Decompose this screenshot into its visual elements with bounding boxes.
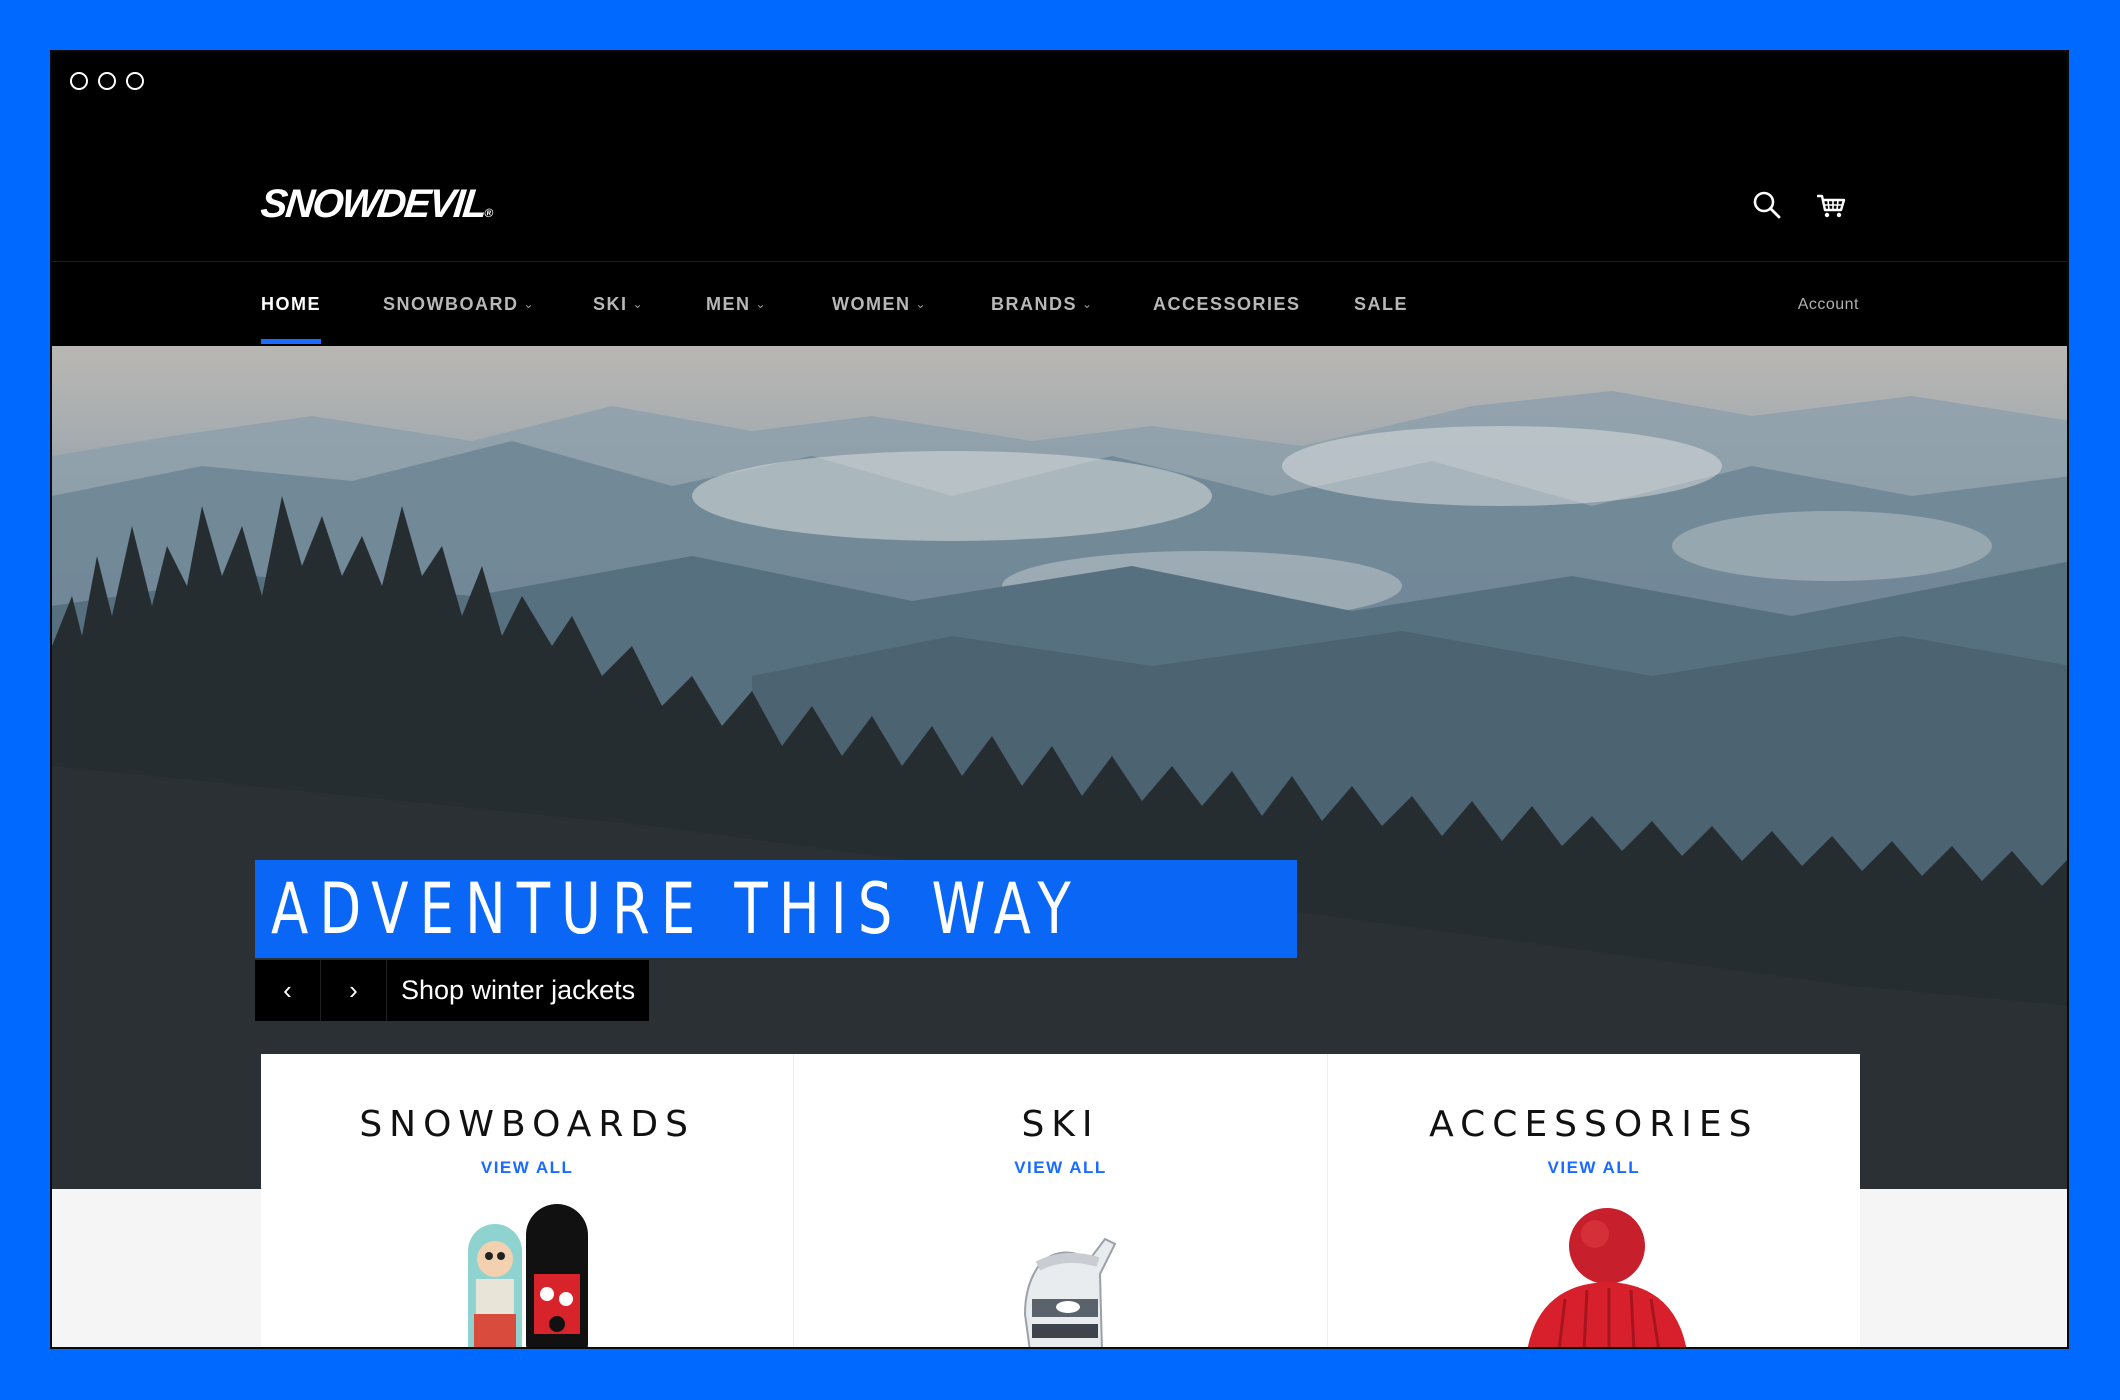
chevron-right-icon: › <box>349 975 358 1005</box>
window-maximize-dot[interactable] <box>126 72 144 90</box>
main-navigation: HOME SNOWBOARD ⌄ SKI ⌄ MEN ⌄ WOMEN ⌄ BRANDS ⌄… <box>52 262 2067 346</box>
nav-item-men[interactable]: MEN ⌄ <box>706 294 767 346</box>
nav-label: WOMEN <box>832 294 911 314</box>
collection-card-ski[interactable]: SKI VIEW ALL <box>794 1054 1328 1347</box>
collection-card-snowboards[interactable]: SNOWBOARDS VIEW ALL <box>261 1054 795 1347</box>
site-logo[interactable]: SNOWDEVIL® <box>259 182 497 227</box>
beanie-image <box>1527 1208 1686 1347</box>
nav-label: BRANDS <box>991 294 1078 314</box>
chevron-down-icon: ⌄ <box>632 297 645 311</box>
nav-item-brands[interactable]: BRANDS ⌄ <box>991 294 1094 346</box>
view-all-link[interactable]: VIEW ALL <box>261 1158 793 1178</box>
nav-item-home[interactable]: HOME <box>261 294 321 346</box>
site-header: SNOWDEVIL® <box>52 108 2067 262</box>
slide-prev-button[interactable]: ‹ <box>255 960 321 1021</box>
nav-label: SNOWBOARD <box>383 294 519 314</box>
view-all-link[interactable]: VIEW ALL <box>794 1158 1326 1178</box>
collection-card-accessories[interactable]: ACCESSORIES VIEW ALL <box>1328 1054 1860 1347</box>
browser-window: SNOWDEVIL® HOME SNOWBOARD ⌄ SKI ⌄ MEN ⌄ WOM… <box>50 50 2069 1349</box>
chevron-left-icon: ‹ <box>283 975 292 1005</box>
nav-item-snowboard[interactable]: SNOWBOARD ⌄ <box>383 294 535 346</box>
collection-title: SKI <box>1021 1104 1100 1145</box>
view-all-link[interactable]: VIEW ALL <box>1328 1158 1860 1178</box>
hero-headline: ADVENTURE THIS WAY <box>271 868 1082 950</box>
collection-title: SNOWBOARDS <box>359 1104 696 1145</box>
nav-label: MEN <box>706 294 751 314</box>
account-link[interactable]: Account <box>1798 296 1859 314</box>
nav-label: SALE <box>1354 294 1409 314</box>
chevron-down-icon: ⌄ <box>1082 297 1094 311</box>
slideshow-controls: ‹ › Shop winter jackets <box>255 960 650 1021</box>
cart-icon[interactable] <box>1814 188 1848 222</box>
logo-text: SNOWDEVIL <box>258 182 488 226</box>
nav-item-women[interactable]: WOMEN ⌄ <box>832 294 927 346</box>
nav-item-sale[interactable]: SALE <box>1354 294 1408 346</box>
hero-cta-link[interactable]: Shop winter jackets <box>387 960 649 1021</box>
nav-label: HOME <box>261 294 321 314</box>
featured-collections: SNOWBOARDS VIEW ALL SKI VIEW ALL ACCESSO… <box>261 1054 1860 1347</box>
search-icon[interactable] <box>1750 188 1784 222</box>
logo-registered-mark: ® <box>483 206 494 220</box>
nav-label: ACCESSORIES <box>1153 294 1301 314</box>
hero-headline-box: ADVENTURE THIS WAY <box>255 860 1297 958</box>
collection-title: ACCESSORIES <box>1429 1104 1759 1145</box>
ski-boot-image <box>1024 1237 1117 1347</box>
chevron-down-icon: ⌄ <box>523 297 536 311</box>
window-close-dot[interactable] <box>70 72 88 90</box>
nav-item-accessories[interactable]: ACCESSORIES <box>1153 294 1301 346</box>
nav-label: SKI <box>593 294 628 314</box>
window-minimize-dot[interactable] <box>98 72 116 90</box>
snowboards-image <box>468 1204 589 1347</box>
slide-next-button[interactable]: › <box>321 960 387 1021</box>
window-titlebar <box>52 52 2067 108</box>
chevron-down-icon: ⌄ <box>755 297 768 311</box>
nav-item-ski[interactable]: SKI ⌄ <box>593 294 644 346</box>
chevron-down-icon: ⌄ <box>915 297 928 311</box>
